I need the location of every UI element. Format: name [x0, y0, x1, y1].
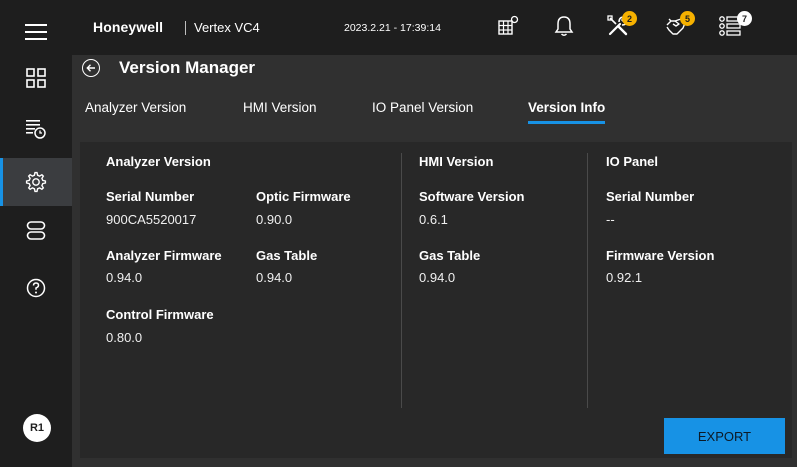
- software-version-value: 0.6.1: [419, 212, 448, 227]
- brand-divider: [185, 21, 186, 35]
- help-icon: [26, 278, 46, 298]
- analyzer-serial-value: 900CA5520017: [106, 212, 197, 227]
- analyzer-gas-table-value: 0.94.0: [256, 270, 293, 285]
- sidebar-item-help[interactable]: [0, 264, 72, 312]
- menu-icon: [25, 24, 47, 40]
- menu-button[interactable]: [0, 8, 72, 56]
- analyzer-gas-table-label: Gas Table: [256, 248, 318, 263]
- analyzer-serial-label: Serial Number: [106, 189, 195, 204]
- hand-badge: 5: [680, 11, 695, 26]
- dashboard-icon: [26, 68, 46, 88]
- sidebar-item-storage[interactable]: [0, 207, 72, 255]
- tab-hmi-version[interactable]: HMI Version: [243, 100, 317, 124]
- io-serial-label: Serial Number: [606, 189, 695, 204]
- sidebar-item-settings[interactable]: [0, 158, 72, 206]
- export-button[interactable]: EXPORT: [664, 418, 785, 454]
- hmi-section-title: HMI Version: [419, 154, 494, 169]
- optic-firmware-label: Optic Firmware: [256, 189, 351, 204]
- settings-icon: [25, 171, 47, 193]
- io-firmware-label: Firmware Version: [606, 248, 715, 263]
- top-bar: Honeywell Vertex VC4 2023.2.21 - 17:39:1…: [72, 0, 797, 55]
- avatar[interactable]: R1: [23, 414, 51, 442]
- tools-badge: 2: [622, 11, 637, 26]
- tab-io-panel-version[interactable]: IO Panel Version: [372, 100, 473, 124]
- sidebar-item-dashboard[interactable]: [0, 54, 72, 102]
- tab-version-info[interactable]: Version Info: [528, 100, 606, 124]
- analyzer-firmware-value: 0.94.0: [106, 270, 143, 285]
- analyzer-firmware-label: Analyzer Firmware: [106, 248, 222, 263]
- io-firmware-value: 0.92.1: [606, 270, 643, 285]
- analyzer-section-title: Analyzer Version: [106, 154, 211, 169]
- back-button[interactable]: [82, 59, 100, 77]
- datetime: 2023.2.21 - 17:39:14: [344, 22, 441, 34]
- control-firmware-value: 0.80.0: [106, 330, 143, 345]
- io-serial-value: --: [606, 212, 615, 227]
- version-info-panel: Analyzer Version Serial Number 900CA5520…: [80, 142, 792, 458]
- hmi-gas-table-value: 0.94.0: [419, 270, 456, 285]
- sensor-grid-icon: [498, 15, 519, 35]
- page-title: Version Manager: [119, 58, 256, 77]
- user-initials: R1: [29, 422, 45, 434]
- list-badge: 7: [737, 11, 752, 26]
- control-firmware-label: Control Firmware: [106, 307, 214, 322]
- event-list-button[interactable]: 7: [714, 10, 752, 42]
- tab-bar: Analyzer Version HMI Version IO Panel Ve…: [72, 97, 797, 127]
- arrow-left-icon: [86, 64, 95, 72]
- storage-icon: [26, 221, 46, 240]
- brand-logo: Honeywell: [93, 19, 164, 35]
- app-window: R1 Honeywell Vertex VC4 2023.2.21 - 17:3…: [0, 0, 797, 467]
- sensor-grid-button[interactable]: [493, 10, 525, 42]
- maintenance-button[interactable]: 2: [602, 10, 637, 42]
- software-version-label: Software Version: [419, 189, 525, 204]
- hmi-gas-table-label: Gas Table: [419, 248, 481, 263]
- manual-button[interactable]: 5: [660, 10, 695, 42]
- product-name: Vertex VC4: [194, 20, 260, 35]
- optic-firmware-value: 0.90.0: [256, 212, 293, 227]
- column-divider: [587, 153, 588, 408]
- sidebar: R1: [0, 0, 72, 467]
- tab-analyzer-version[interactable]: Analyzer Version: [85, 100, 186, 124]
- sidebar-item-schedule[interactable]: [0, 105, 72, 153]
- io-panel-section-title: IO Panel: [606, 154, 659, 169]
- main-panel: Version Manager Analyzer Version HMI Ver…: [72, 55, 797, 467]
- schedule-list-icon: [26, 120, 46, 139]
- bell-icon: [554, 16, 574, 36]
- column-divider: [401, 153, 402, 408]
- notifications-button[interactable]: [548, 10, 580, 42]
